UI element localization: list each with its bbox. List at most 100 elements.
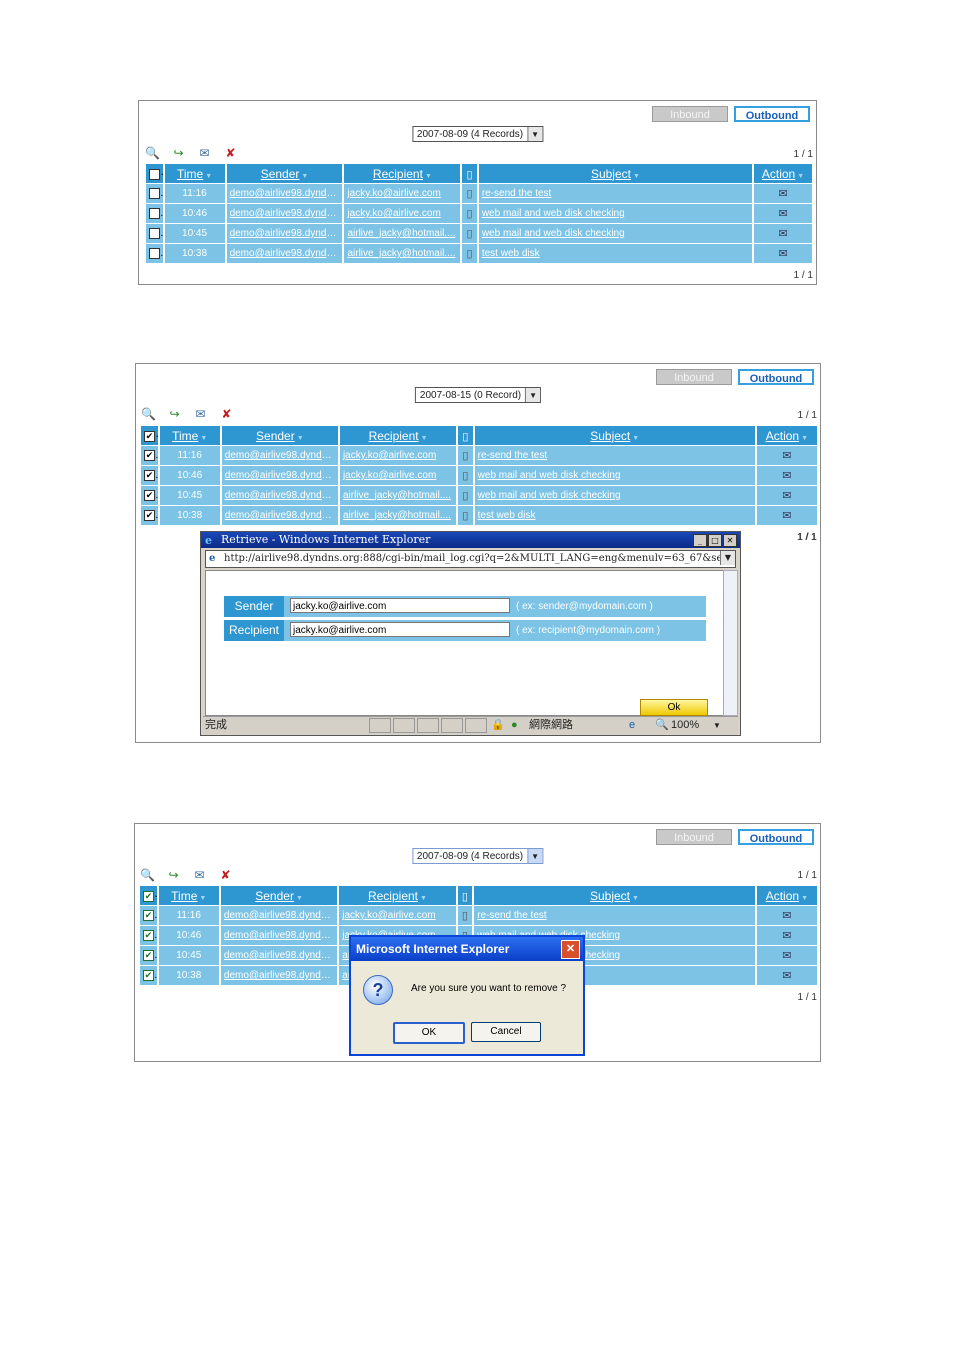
resend-mail-icon[interactable]: ✉ — [191, 868, 208, 882]
row-recipient[interactable]: airlive_jacky@hotmail.... — [347, 228, 455, 239]
tab-outbound[interactable]: Outbound — [734, 106, 810, 122]
resend-action-icon[interactable]: ✉ — [782, 490, 791, 502]
column-recipient[interactable]: Recipient ▼ — [339, 886, 456, 905]
resend-action-icon[interactable]: ✉ — [782, 470, 791, 482]
row-sender[interactable]: demo@airlive98.dyndn... — [225, 490, 336, 501]
cancel-button[interactable]: Cancel — [471, 1022, 541, 1042]
row-sender[interactable]: demo@airlive98.dyndn... — [225, 510, 336, 521]
zoom-dropdown-icon[interactable]: ▼ — [713, 717, 721, 734]
row-checkbox[interactable] — [143, 909, 154, 921]
row-recipient[interactable]: jacky.ko@airlive.com — [343, 450, 436, 461]
ok-button[interactable]: OK — [393, 1022, 465, 1044]
row-subject[interactable]: re-send the test — [478, 450, 547, 461]
row-recipient[interactable]: jacky.ko@airlive.com — [343, 470, 436, 481]
resend-action-icon[interactable]: ✉ — [778, 208, 787, 220]
row-checkbox[interactable] — [144, 449, 155, 461]
row-subject[interactable]: re-send the test — [477, 910, 546, 921]
row-checkbox[interactable] — [144, 469, 155, 481]
row-sender[interactable]: demo@airlive98.dyndn... — [230, 188, 341, 199]
resend-action-icon[interactable]: ✉ — [782, 450, 791, 462]
chevron-down-icon[interactable]: ▼ — [720, 551, 735, 565]
column-sender[interactable]: Sender ▼ — [226, 164, 343, 183]
search-icon[interactable]: 🔍 — [139, 868, 156, 882]
resend-action-icon[interactable]: ✉ — [778, 228, 787, 240]
retrieve-user-icon[interactable]: ↪ — [165, 868, 182, 882]
column-action[interactable]: Action ▼ — [754, 164, 812, 183]
minimize-icon[interactable]: _ — [693, 534, 707, 547]
column-sender[interactable]: Sender ▼ — [220, 886, 338, 905]
row-recipient[interactable]: jacky.ko@airlive.com — [347, 208, 440, 219]
row-subject[interactable]: web mail and web disk checking — [478, 470, 621, 481]
column-subject[interactable]: Subject ▼ — [478, 164, 753, 183]
row-sender[interactable]: demo@airlive98.dyndn... — [230, 228, 341, 239]
column-recipient[interactable]: Recipient ▼ — [344, 164, 461, 183]
tab-outbound[interactable]: Outbound — [738, 369, 814, 385]
select-all-checkbox[interactable] — [143, 890, 154, 902]
search-icon[interactable]: 🔍 — [140, 407, 157, 421]
column-recipient[interactable]: Recipient ▼ — [339, 426, 457, 445]
resend-action-icon[interactable]: ✉ — [778, 188, 787, 200]
row-checkbox[interactable] — [149, 247, 160, 259]
resend-action-icon[interactable]: ✉ — [782, 970, 791, 982]
column-action[interactable]: Action ▼ — [756, 886, 817, 905]
resend-action-icon[interactable]: ✉ — [778, 248, 787, 260]
column-time[interactable]: Time ▼ — [164, 164, 225, 183]
delete-mail-icon[interactable]: ✘ — [217, 868, 234, 882]
row-sender[interactable]: demo@airlive98.dyndn... — [224, 910, 335, 921]
date-select[interactable]: 2007-08-09 (4 Records) ▼ — [411, 126, 544, 142]
row-checkbox[interactable] — [149, 207, 160, 219]
row-checkbox[interactable] — [143, 949, 154, 961]
tab-inbound[interactable]: Inbound — [656, 369, 732, 385]
row-sender[interactable]: demo@airlive98.dyndn... — [224, 950, 335, 961]
close-icon[interactable]: ✕ — [723, 534, 737, 547]
column-subject[interactable]: Subject ▼ — [474, 886, 755, 905]
select-all-checkbox[interactable] — [144, 430, 155, 442]
dialog-title-bar[interactable]: Microsoft Internet Explorer ✕ — [351, 937, 583, 961]
vertical-scrollbar[interactable] — [723, 570, 738, 716]
resend-mail-icon[interactable]: ✉ — [192, 407, 209, 421]
zoom-icon[interactable]: 🔍 — [655, 717, 669, 734]
tab-inbound[interactable]: Inbound — [652, 106, 728, 122]
popup-title-bar[interactable]: e Retrieve - Windows Internet Explorer _… — [201, 532, 740, 548]
row-recipient[interactable]: jacky.ko@airlive.com — [347, 188, 440, 199]
row-subject[interactable]: web mail and web disk checking — [478, 490, 621, 501]
search-icon[interactable]: 🔍 — [144, 146, 161, 160]
sender-field[interactable]: jacky.ko@airlive.com — [290, 598, 510, 613]
address-bar[interactable]: e http://airlive98.dyndns.org:888/cgi-bi… — [205, 550, 736, 568]
chevron-down-icon[interactable]: ▼ — [525, 388, 541, 402]
chevron-down-icon[interactable]: ▼ — [527, 849, 543, 863]
date-select[interactable]: 2007-08-09 (4 Records) ▼ — [411, 848, 544, 864]
row-subject[interactable]: test web disk — [478, 510, 536, 521]
row-sender[interactable]: demo@airlive98.dyndn... — [230, 248, 341, 259]
row-subject[interactable]: web mail and web disk checking — [482, 208, 625, 219]
row-recipient[interactable]: airlive_jacky@hotmail.... — [347, 248, 455, 259]
column-sender[interactable]: Sender ▼ — [221, 426, 338, 445]
retrieve-user-icon[interactable]: ↪ — [170, 146, 187, 160]
recipient-field[interactable]: jacky.ko@airlive.com — [290, 622, 510, 637]
resend-action-icon[interactable]: ✉ — [782, 950, 791, 962]
maximize-icon[interactable]: □ — [708, 534, 722, 547]
row-checkbox[interactable] — [144, 489, 155, 501]
chevron-down-icon[interactable]: ▼ — [527, 127, 543, 141]
row-subject[interactable]: web mail and web disk checking — [482, 228, 625, 239]
row-sender[interactable]: demo@airlive98.dyndn... — [224, 930, 335, 941]
column-action[interactable]: Action ▼ — [756, 426, 817, 445]
row-checkbox[interactable] — [143, 929, 154, 941]
tab-outbound[interactable]: Outbound — [738, 829, 814, 845]
close-icon[interactable]: ✕ — [561, 940, 580, 959]
row-checkbox[interactable] — [149, 227, 160, 239]
resend-mail-icon[interactable]: ✉ — [196, 146, 213, 160]
row-checkbox[interactable] — [149, 187, 160, 199]
status-zoom[interactable]: 100% — [671, 717, 699, 734]
retrieve-user-icon[interactable]: ↪ — [166, 407, 183, 421]
row-recipient[interactable]: jacky.ko@airlive.com — [342, 910, 435, 921]
column-subject[interactable]: Subject ▼ — [474, 426, 755, 445]
tab-inbound[interactable]: Inbound — [656, 829, 732, 845]
delete-mail-icon[interactable]: ✘ — [222, 146, 239, 160]
row-subject[interactable]: test web disk — [482, 248, 540, 259]
resend-action-icon[interactable]: ✉ — [782, 930, 791, 942]
date-select[interactable]: 2007-08-15 (0 Record) ▼ — [414, 387, 542, 403]
row-checkbox[interactable] — [143, 969, 154, 981]
row-recipient[interactable]: airlive_jacky@hotmail.... — [343, 490, 451, 501]
row-recipient[interactable]: airlive_jacky@hotmail.... — [343, 510, 451, 521]
